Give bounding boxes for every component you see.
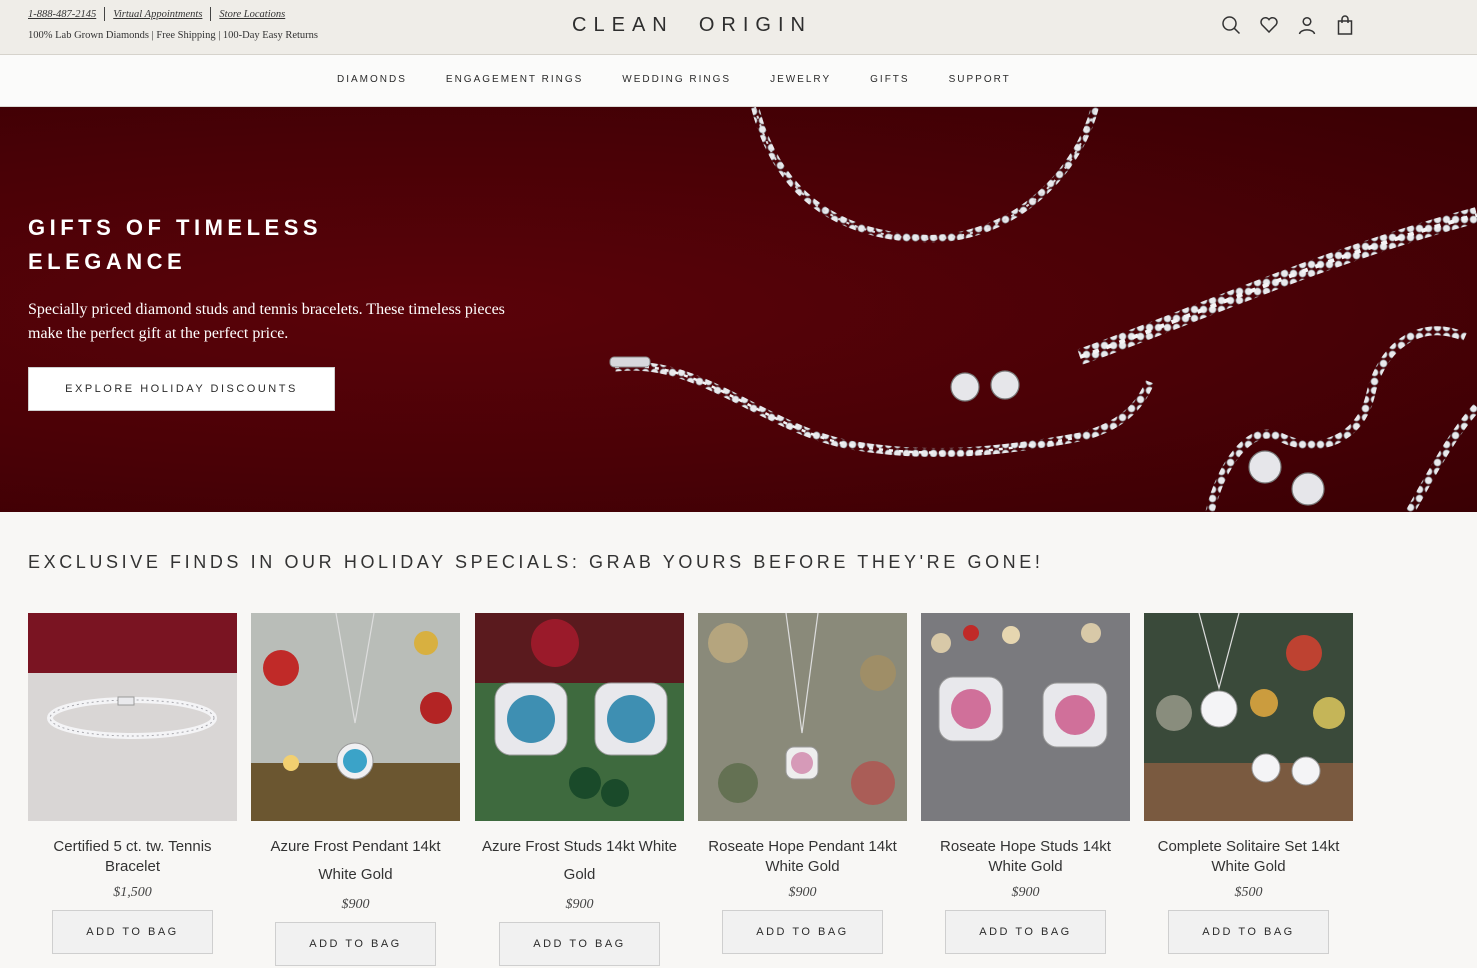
main-nav: DIAMONDS ENGAGEMENT RINGS WEDDING RINGS … <box>0 55 1477 107</box>
solitaire-set-image[interactable] <box>1144 613 1353 821</box>
product-name[interactable]: Azure Frost Studs 14kt White Gold <box>475 833 684 889</box>
hero-banner: GIFTS OF TIMELESS ELEGANCE Specially pri… <box>0 107 1477 512</box>
product-name[interactable]: Roseate Hope Studs 14kt White Gold <box>921 837 1130 877</box>
logo[interactable]: CLEAN ORIGIN <box>0 14 1384 37</box>
product-card[interactable]: Roseate Hope Pendant 14kt White Gold $90… <box>698 613 907 954</box>
pink-studs-image[interactable] <box>921 613 1130 821</box>
product-card[interactable]: Complete Solitaire Set 14kt White Gold $… <box>1144 613 1353 954</box>
tennis-bracelet-image[interactable] <box>28 613 237 821</box>
pink-pendant-image[interactable] <box>698 613 907 821</box>
nav-item-engagement-rings[interactable]: ENGAGEMENT RINGS <box>446 74 583 85</box>
add-to-bag-button[interactable]: ADD TO BAG <box>1168 910 1329 954</box>
hero-jewelry-image <box>609 107 1477 512</box>
product-name[interactable]: Roseate Hope Pendant 14kt White Gold <box>698 837 907 877</box>
product-price: $900 <box>341 897 370 912</box>
account-icon[interactable] <box>1297 15 1317 35</box>
nav-item-wedding-rings[interactable]: WEDDING RINGS <box>622 74 731 85</box>
product-price: $900 <box>1011 885 1040 900</box>
search-icon[interactable] <box>1221 15 1241 35</box>
product-price: $900 <box>565 897 594 912</box>
product-name[interactable]: Azure Frost Pendant 14kt White Gold <box>251 833 460 889</box>
add-to-bag-button[interactable]: ADD TO BAG <box>945 910 1106 954</box>
product-card[interactable]: Azure Frost Studs 14kt White Gold $900 A… <box>475 613 684 966</box>
top-bar: 1-888-487-2145 Virtual Appointments Stor… <box>0 0 1477 55</box>
header-icons <box>1221 15 1355 35</box>
nav-item-diamonds[interactable]: DIAMONDS <box>337 74 407 85</box>
product-name[interactable]: Certified 5 ct. tw. Tennis Bracelet <box>28 837 237 877</box>
bag-icon[interactable] <box>1335 15 1355 35</box>
product-card[interactable]: Azure Frost Pendant 14kt White Gold $900… <box>251 613 460 966</box>
product-price: $1,500 <box>113 885 152 900</box>
hero-title: GIFTS OF TIMELESS ELEGANCE <box>28 215 323 274</box>
blue-studs-image[interactable] <box>475 613 684 821</box>
product-card[interactable]: Roseate Hope Studs 14kt White Gold $900 … <box>921 613 1130 954</box>
product-price: $900 <box>788 885 817 900</box>
product-price: $500 <box>1234 885 1263 900</box>
nav-item-gifts[interactable]: GIFTS <box>870 74 909 85</box>
add-to-bag-button[interactable]: ADD TO BAG <box>52 910 213 954</box>
nav-item-jewelry[interactable]: JEWELRY <box>770 74 831 85</box>
add-to-bag-button[interactable]: ADD TO BAG <box>499 922 660 966</box>
add-to-bag-button[interactable]: ADD TO BAG <box>275 922 436 966</box>
heart-icon[interactable] <box>1259 15 1279 35</box>
nav-item-support[interactable]: SUPPORT <box>949 74 1011 85</box>
section-title: EXCLUSIVE FINDS IN OUR HOLIDAY SPECIALS:… <box>28 552 1044 572</box>
add-to-bag-button[interactable]: ADD TO BAG <box>722 910 883 954</box>
product-name[interactable]: Complete Solitaire Set 14kt White Gold <box>1144 837 1353 877</box>
explore-holiday-discounts-button[interactable]: EXPLORE HOLIDAY DISCOUNTS <box>28 367 335 411</box>
product-card[interactable]: Certified 5 ct. tw. Tennis Bracelet $1,5… <box>28 613 237 954</box>
blue-pendant-image[interactable] <box>251 613 460 821</box>
hero-subtitle: Specially priced diamond studs and tenni… <box>28 301 505 342</box>
